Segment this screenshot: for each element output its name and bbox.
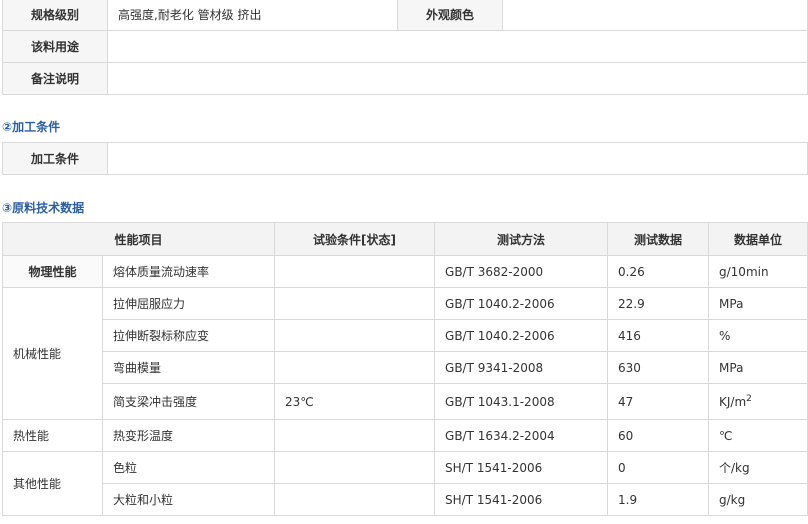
usage-value <box>107 30 808 63</box>
method-cell: GB/T 1040.2-2006 <box>434 319 609 352</box>
condition-cell <box>274 451 436 484</box>
method-cell: GB/T 9341-2008 <box>434 351 609 384</box>
category-thermal: 热性能 <box>2 419 103 452</box>
item-cell: 大粒和小粒 <box>101 483 276 516</box>
table-row: 拉伸断裂标称应变 GB/T 1040.2-2006 416 % <box>3 319 808 352</box>
condition-cell <box>274 483 436 516</box>
value-cell: 60 <box>607 419 710 452</box>
category-other: 其他性能 <box>2 451 103 516</box>
table-row: 物理性能 熔体质量流动速率 GB/T 3682-2000 0.26 g/10mi… <box>2 255 808 288</box>
spec-value: 高强度,耐老化 管材级 挤出 <box>107 0 398 31</box>
header-method: 测试方法 <box>434 222 609 256</box>
category-mechanical: 机械性能 <box>2 287 103 420</box>
unit-cell: MPa <box>708 287 808 320</box>
item-cell: 色粒 <box>101 451 276 484</box>
table-row: 热性能 热变形温度 GB/T 1634.2-2004 60 ℃ <box>2 419 808 452</box>
table-row: 简支梁冲击强度 23℃ GB/T 1043.1-2008 47 KJ/m2 <box>3 383 808 420</box>
item-cell: 简支梁冲击强度 <box>101 383 276 420</box>
value-cell: 22.9 <box>607 287 710 320</box>
table-row: 规格级别 高强度,耐老化 管材级 挤出 外观颜色 <box>2 0 808 31</box>
condition-cell <box>274 351 436 384</box>
processing-table: 加工条件 <box>2 142 808 175</box>
value-cell: 0 <box>607 451 710 484</box>
tech-section-title: ③原料技术数据 <box>2 201 85 215</box>
table-row: 弯曲模量 GB/T 9341-2008 630 MPa <box>3 351 808 384</box>
value-cell: 630 <box>607 351 710 384</box>
method-cell: GB/T 1040.2-2006 <box>434 287 609 320</box>
product-info-table: 规格级别 高强度,耐老化 管材级 挤出 外观颜色 该料用途 备注说明 <box>2 0 808 95</box>
processing-value <box>107 142 808 175</box>
unit-cell: 个/kg <box>708 451 808 484</box>
color-value <box>502 0 808 31</box>
note-value <box>107 62 808 95</box>
table-row: 大粒和小粒 SH/T 1541-2006 1.9 g/kg <box>3 483 808 516</box>
table-row: 该料用途 <box>2 30 808 63</box>
unit-text: KJ/m <box>719 395 747 409</box>
condition-cell: 23℃ <box>274 383 436 420</box>
category-physical: 物理性能 <box>2 255 103 288</box>
spec-label: 规格级别 <box>2 0 108 31</box>
item-cell: 拉伸屈服应力 <box>101 287 276 320</box>
item-cell: 熔体质量流动速率 <box>101 255 276 288</box>
method-cell: GB/T 1634.2-2004 <box>434 419 609 452</box>
note-label: 备注说明 <box>2 62 108 95</box>
table-row: 其他性能 色粒 SH/T 1541-2006 0 个/kg <box>2 451 808 516</box>
value-cell: 47 <box>607 383 710 420</box>
unit-cell: g/10min <box>708 255 808 288</box>
processing-section-title: ②加工条件 <box>2 120 61 134</box>
value-cell: 0.26 <box>607 255 710 288</box>
unit-cell: % <box>708 319 808 352</box>
unit-cell: MPa <box>708 351 808 384</box>
item-cell: 拉伸断裂标称应变 <box>101 319 276 352</box>
tech-data-table: 性能项目 试验条件[状态] 测试方法 测试数据 数据单位 物理性能 熔体质量流动… <box>1 222 808 516</box>
unit-cell: KJ/m2 <box>708 383 808 420</box>
method-cell: GB/T 1043.1-2008 <box>434 383 609 420</box>
processing-label: 加工条件 <box>2 142 108 175</box>
unit-superscript: 2 <box>746 394 752 404</box>
header-property: 性能项目 <box>1 222 276 256</box>
condition-cell <box>274 319 436 352</box>
unit-cell: g/kg <box>708 483 808 516</box>
table-row: 机械性能 拉伸屈服应力 GB/T 1040.2-2006 22.9 MPa <box>2 287 808 420</box>
table-header-row: 性能项目 试验条件[状态] 测试方法 测试数据 数据单位 <box>1 222 808 256</box>
item-cell: 热变形温度 <box>101 419 276 452</box>
header-unit: 数据单位 <box>708 222 808 256</box>
usage-label: 该料用途 <box>2 30 108 63</box>
value-cell: 416 <box>607 319 710 352</box>
method-cell: GB/T 3682-2000 <box>434 255 609 288</box>
table-row: 备注说明 <box>2 62 808 95</box>
condition-cell <box>274 287 436 320</box>
method-cell: SH/T 1541-2006 <box>434 451 609 484</box>
method-cell: SH/T 1541-2006 <box>434 483 609 516</box>
header-value: 测试数据 <box>607 222 710 256</box>
header-condition: 试验条件[状态] <box>274 222 436 256</box>
condition-cell <box>274 255 436 288</box>
item-cell: 弯曲模量 <box>101 351 276 384</box>
unit-cell: ℃ <box>708 419 808 452</box>
condition-cell <box>274 419 436 452</box>
value-cell: 1.9 <box>607 483 710 516</box>
color-label: 外观颜色 <box>397 0 503 31</box>
table-row: 加工条件 <box>2 142 808 175</box>
